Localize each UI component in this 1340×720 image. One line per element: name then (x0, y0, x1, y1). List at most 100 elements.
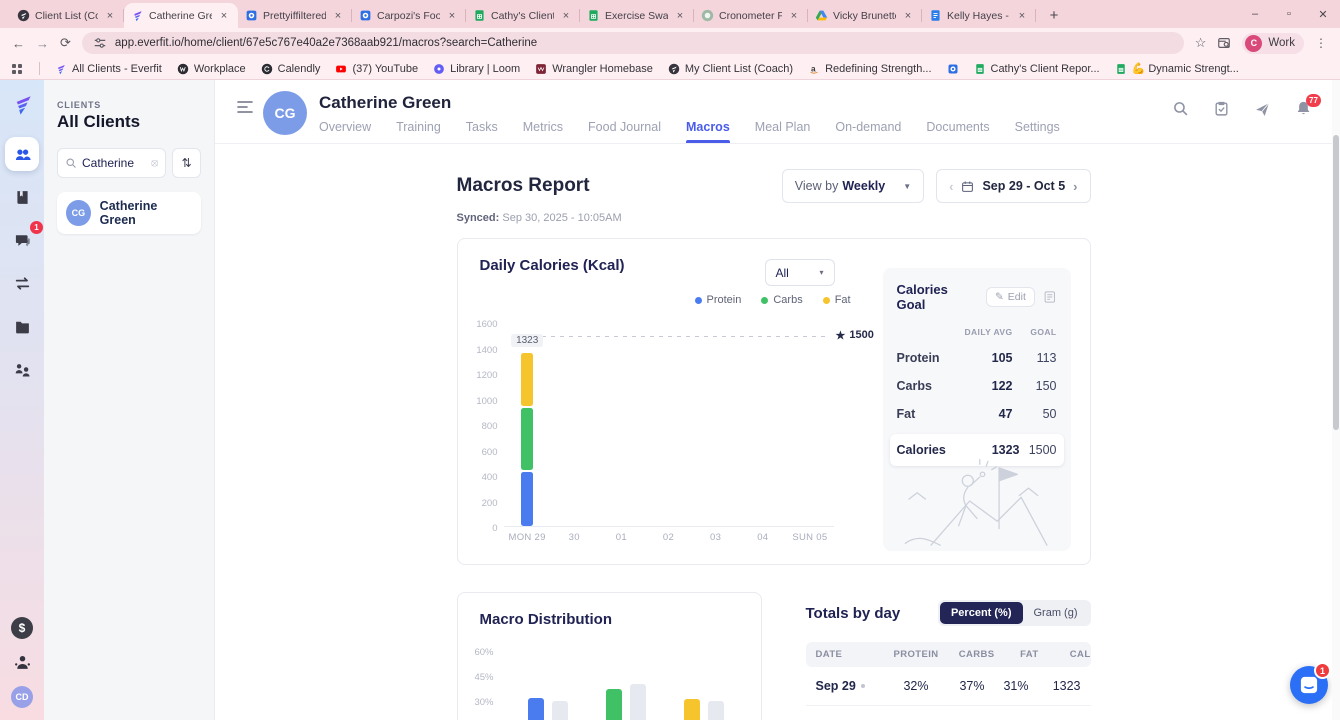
unit-toggle: Percent (%) Gram (g) (937, 600, 1091, 626)
prev-week-icon[interactable]: ‹ (949, 179, 953, 194)
everfit-logo[interactable] (11, 92, 34, 117)
stacked-bar[interactable] (521, 353, 534, 526)
tab-close-icon[interactable]: × (217, 9, 231, 23)
minimize-icon[interactable]: – (1238, 0, 1272, 28)
chart-filter-select[interactable]: All ▾ (764, 259, 835, 286)
tab-on-demand[interactable]: On-demand (835, 120, 901, 143)
browser-tab[interactable]: Exercise Swaps - Goo × (580, 3, 694, 28)
coach-avatar[interactable]: CD (11, 686, 33, 708)
sidebar-item-files[interactable] (5, 309, 39, 343)
next-week-icon[interactable]: › (1073, 179, 1077, 194)
scrollbar-thumb[interactable] (1333, 135, 1339, 430)
rocket-icon[interactable] (1254, 100, 1271, 117)
tab-close-icon[interactable]: × (103, 9, 117, 23)
tasks-clipboard-icon[interactable] (1213, 100, 1230, 117)
browser-tab[interactable]: Prettyiffiltered's Food × (238, 3, 352, 28)
notifications-bell-icon[interactable]: 77 (1295, 94, 1321, 117)
sidebar-item-library[interactable] (5, 180, 39, 214)
toggle-option[interactable]: Gram (g) (1023, 602, 1089, 624)
sort-button[interactable]: ⇅ (172, 148, 201, 178)
browser-tab[interactable]: Cathy's Client Report × (466, 3, 580, 28)
edit-goal-button[interactable]: ✎ Edit (985, 287, 1035, 307)
forward-icon[interactable]: → (36, 36, 49, 51)
chat-widget-button[interactable]: 1 (1290, 662, 1331, 704)
tab-close-icon[interactable]: × (901, 9, 915, 23)
bookmark-item[interactable]: (37) YouTube (335, 63, 418, 75)
back-icon[interactable]: ← (12, 36, 25, 51)
bookmark-item[interactable]: a Redefining Strength... (808, 63, 932, 75)
bar-fat[interactable] (683, 699, 700, 720)
toggle-option[interactable]: Percent (%) (939, 602, 1023, 624)
tab-macros[interactable]: Macros (686, 120, 730, 143)
close-icon[interactable]: ✕ (1306, 0, 1340, 28)
maximize-icon[interactable]: ▫ (1272, 0, 1306, 28)
client-list-item[interactable]: CG Catherine Green (57, 192, 201, 234)
browser-tab[interactable]: Vicky Brunetto-Share × (808, 3, 922, 28)
legend-item[interactable]: Protein (694, 294, 741, 306)
collapse-menu-icon[interactable] (237, 100, 253, 114)
new-tab-button[interactable]: + (1042, 3, 1066, 27)
bar-protein[interactable] (527, 697, 544, 720)
bar-protein-goal[interactable] (551, 701, 568, 720)
bookmark-item[interactable]: Cathy's Client Repor... (974, 63, 1100, 75)
scrollbar-track[interactable] (1332, 80, 1340, 720)
url-bar[interactable]: app.everfit.io/home/client/67e5c767e40a2… (81, 32, 1184, 54)
browser-tab[interactable]: Cronometer Professio × (694, 3, 808, 28)
bookmark-item[interactable]: 💪 Dynamic Strengt... (1115, 62, 1239, 75)
browser-tab[interactable]: Catherine Green - Ma × (124, 3, 238, 28)
chart-title: Daily Calories (Kcal) (479, 257, 625, 274)
tab-search-icon[interactable] (1217, 36, 1231, 50)
browser-tab[interactable]: Client List (Coach) × (10, 3, 124, 28)
bar-fat-goal[interactable] (707, 701, 724, 720)
tab-close-icon[interactable]: × (445, 9, 459, 23)
bar-segment-carbs (521, 408, 534, 471)
bookmark-star-icon[interactable]: ☆ (1195, 35, 1207, 51)
note-icon[interactable] (1043, 290, 1057, 304)
tab-close-icon[interactable]: × (787, 9, 801, 23)
bar-carbs[interactable] (605, 689, 622, 720)
table-row[interactable]: Sep 29 32% 37% 31% 1323 (805, 667, 1091, 706)
bookmark-item[interactable] (947, 63, 959, 75)
tab-documents[interactable]: Documents (926, 120, 989, 143)
tab-close-icon[interactable]: × (1015, 9, 1029, 23)
browser-profile[interactable]: C Work (1242, 32, 1304, 54)
tab-training[interactable]: Training (396, 120, 441, 143)
bookmark-item[interactable]: My Client List (Coach) (668, 63, 793, 75)
bar-carbs-goal[interactable] (629, 684, 646, 720)
bookmark-item[interactable]: Wrangler Homebase (535, 63, 653, 75)
search-icon[interactable] (1172, 100, 1189, 117)
payments-dollar-icon[interactable]: $ (11, 617, 33, 639)
client-search-input[interactable] (82, 156, 146, 170)
pdf-icon (947, 63, 959, 75)
legend-item[interactable]: Fat (822, 294, 851, 306)
bookmark-item[interactable]: All Clients - Everfit (55, 63, 162, 75)
browser-tab[interactable]: Kelly Hayes - Client N × (922, 3, 1036, 28)
tab-close-icon[interactable]: × (673, 9, 687, 23)
site-settings-icon[interactable] (93, 36, 107, 50)
sidebar-item-automation[interactable] (5, 266, 39, 300)
browser-tab[interactable]: Carpozi's Food Diary × (352, 3, 466, 28)
tab-meal-plan[interactable]: Meal Plan (755, 120, 811, 143)
browser-menu-icon[interactable]: ⋮ (1315, 36, 1328, 50)
tab-settings[interactable]: Settings (1015, 120, 1060, 143)
bookmark-item[interactable]: Library | Loom (433, 63, 520, 75)
view-by-dropdown[interactable]: View by Weekly ▼ (781, 169, 925, 203)
legend-item[interactable]: Carbs (761, 294, 803, 306)
sidebar-item-clients[interactable] (5, 137, 39, 171)
bookmark-item[interactable]: Calendly (261, 63, 320, 75)
client-search-box[interactable]: ⦻ (57, 148, 167, 178)
tab-tasks[interactable]: Tasks (466, 120, 498, 143)
reload-icon[interactable]: ⟳ (60, 35, 71, 51)
bookmark-item[interactable]: Workplace (177, 63, 246, 75)
sidebar-item-teams[interactable] (5, 352, 39, 386)
tab-food-journal[interactable]: Food Journal (588, 120, 661, 143)
tab-close-icon[interactable]: × (559, 9, 573, 23)
referral-person-icon[interactable] (13, 653, 32, 672)
clear-search-icon[interactable]: ⦻ (151, 157, 158, 170)
tab-close-icon[interactable]: × (331, 9, 345, 23)
tab-overview[interactable]: Overview (319, 120, 371, 143)
sidebar-item-messages[interactable]: 1 (5, 221, 43, 257)
apps-grid-icon[interactable] (12, 63, 16, 68)
date-range-picker[interactable]: ‹ Sep 29 - Oct 5 › (936, 169, 1091, 203)
tab-metrics[interactable]: Metrics (523, 120, 563, 143)
